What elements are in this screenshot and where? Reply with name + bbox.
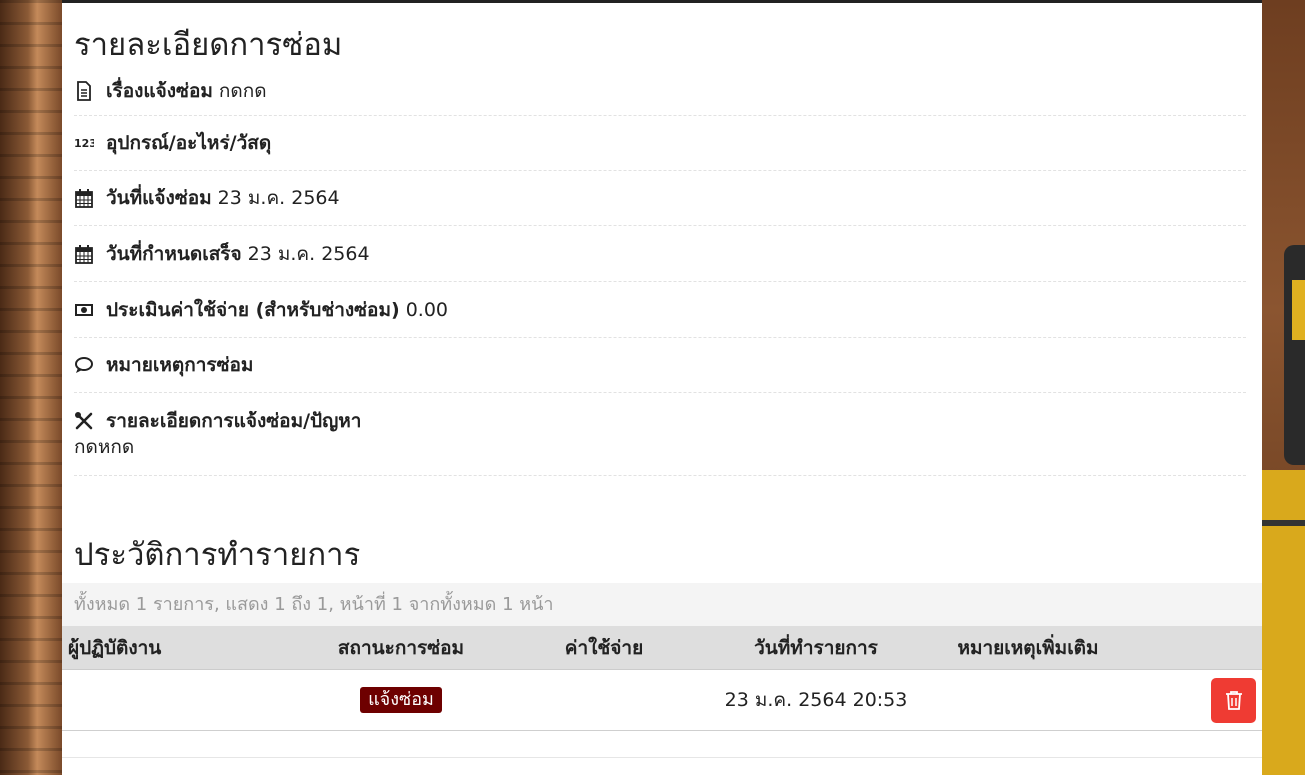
document-icon [74, 81, 94, 101]
column-header-note: หมายเหตุเพิ่มเติม [937, 626, 1119, 670]
detail-label: วันที่กำหนดเสร็จ [106, 242, 242, 265]
detail-row-cost-estimate: ประเมินค่าใช้จ่าย (สำหรับช่างซ่อม) 0.00 [74, 282, 1246, 338]
column-header-date: วันที่ทำรายการ [695, 626, 937, 670]
detail-value: กดกด [218, 80, 267, 102]
money-icon [74, 300, 94, 320]
trash-icon [1225, 691, 1242, 710]
history-table: ผู้ปฏิบัติงาน สถานะการซ่อม ค่าใช้จ่าย วั… [62, 626, 1262, 731]
detail-label: วันที่แจ้งซ่อม [106, 187, 212, 209]
tools-icon [74, 411, 94, 431]
table-header-row: ผู้ปฏิบัติงาน สถานะการซ่อม ค่าใช้จ่าย วั… [62, 626, 1262, 670]
column-header-cost: ค่าใช้จ่าย [513, 626, 695, 670]
detail-label: เรื่องแจ้งซ่อม [106, 80, 213, 102]
detail-row-repair-note: หมายเหตุการซ่อม [74, 338, 1246, 393]
pagination-summary: ทั้งหมด 1 รายการ, แสดง 1 ถึง 1, หน้าที่ … [62, 583, 1262, 626]
detail-row-equipment: 123 อุปกรณ์/อะไหร่/วัสดุ [74, 116, 1246, 171]
detail-list: เรื่องแจ้งซ่อม กดกด 123 อุปกรณ์/อะไหร่/ว… [74, 67, 1246, 476]
background-right [1262, 0, 1305, 775]
detail-value: 0.00 [405, 298, 448, 321]
detail-label: หมายเหตุการซ่อม [106, 354, 254, 376]
detail-value: 23 ม.ค. 2564 [247, 242, 370, 265]
detail-row-report-date: วันที่แจ้งซ่อม 23 ม.ค. 2564 [74, 171, 1246, 226]
svg-text:123: 123 [74, 137, 94, 150]
calendar-icon [74, 244, 94, 264]
cell-cost [513, 669, 695, 731]
detail-value: 23 ม.ค. 2564 [217, 187, 340, 209]
cell-date: 23 ม.ค. 2564 20:53 [695, 669, 937, 731]
status-badge: แจ้งซ่อม [360, 687, 442, 713]
cell-note [937, 669, 1119, 731]
detail-value: กดหกด [74, 436, 135, 458]
detail-label: รายละเอียดการแจ้งซ่อม/ปัญหา [106, 410, 362, 432]
cell-status: แจ้งซ่อม [289, 669, 513, 731]
detail-row-problem: รายละเอียดการแจ้งซ่อม/ปัญหา กดหกด [74, 393, 1246, 476]
detail-row-due-date: วันที่กำหนดเสร็จ 23 ม.ค. 2564 [74, 226, 1246, 282]
column-header-actions [1119, 626, 1262, 670]
column-header-status: สถานะการซ่อม [289, 626, 513, 670]
detail-label: ประเมินค่าใช้จ่าย (สำหรับช่างซ่อม) [106, 298, 400, 321]
background-left [0, 0, 62, 775]
detail-row-subject: เรื่องแจ้งซ่อม กดกด [74, 67, 1246, 116]
numbers-icon: 123 [74, 133, 94, 153]
history-title: ประวัติการทำรายการ [74, 537, 361, 573]
detail-title: รายละเอียดการซ่อม [74, 27, 343, 63]
cell-operator [62, 669, 289, 731]
table-row: แจ้งซ่อม 23 ม.ค. 2564 20:53 [62, 669, 1262, 731]
column-header-operator: ผู้ปฏิบัติงาน [62, 626, 289, 670]
content-panel: รายละเอียดการซ่อม เรื่องแจ้งซ่อม กดกด 12… [62, 3, 1262, 775]
detail-label: อุปกรณ์/อะไหร่/วัสดุ [106, 132, 272, 154]
divider [62, 757, 1262, 758]
calendar-icon [74, 188, 94, 208]
comment-icon [74, 355, 94, 375]
cell-actions [1119, 669, 1262, 731]
delete-button[interactable] [1211, 677, 1256, 723]
